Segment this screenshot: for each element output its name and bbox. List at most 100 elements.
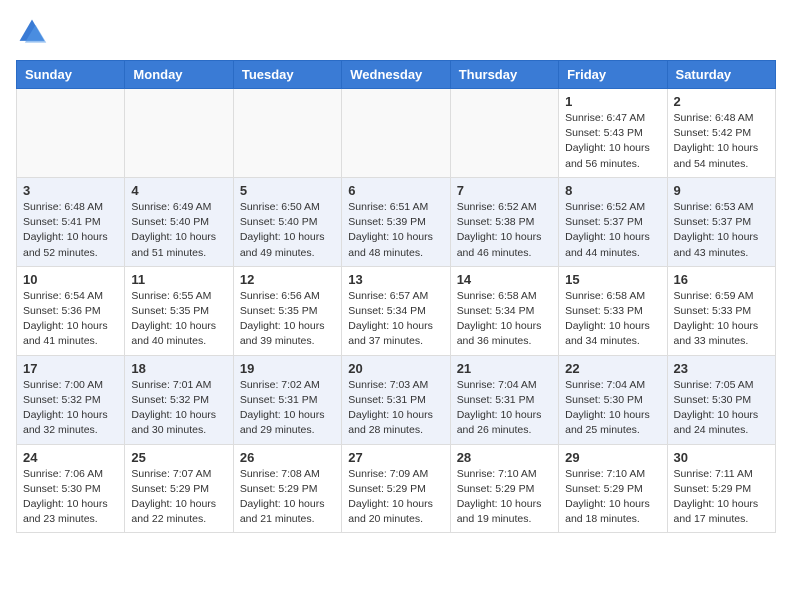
calendar-cell bbox=[125, 89, 233, 178]
calendar-cell bbox=[17, 89, 125, 178]
day-number: 17 bbox=[23, 361, 118, 376]
calendar-cell: 8Sunrise: 6:52 AM Sunset: 5:37 PM Daylig… bbox=[559, 177, 667, 266]
day-number: 12 bbox=[240, 272, 335, 287]
calendar-header-row: SundayMondayTuesdayWednesdayThursdayFrid… bbox=[17, 61, 776, 89]
day-number: 13 bbox=[348, 272, 443, 287]
day-info: Sunrise: 6:47 AM Sunset: 5:43 PM Dayligh… bbox=[565, 111, 660, 172]
calendar-cell: 5 Sunrise: 6:50 AM Sunset: 5:40 PM Daylig… bbox=[233, 177, 341, 266]
calendar-cell: 22Sunrise: 7:04 AM Sunset: 5:30 PM Dayli… bbox=[559, 355, 667, 444]
weekday-header: Tuesday bbox=[233, 61, 341, 89]
calendar-week-row: 17 Sunrise: 7:00 AM Sunset: 5:32 PM Dayli… bbox=[17, 355, 776, 444]
day-number: 14 bbox=[457, 272, 552, 287]
day-info: Sunrise: 7:00 AM Sunset: 5:32 PM Dayligh… bbox=[23, 378, 118, 439]
calendar-week-row: 10Sunrise: 6:54 AM Sunset: 5:36 PM Dayli… bbox=[17, 266, 776, 355]
day-info: Sunrise: 7:08 AM Sunset: 5:29 PM Dayligh… bbox=[240, 467, 335, 528]
calendar-cell: 1 Sunrise: 6:47 AM Sunset: 5:43 PM Daylig… bbox=[559, 89, 667, 178]
weekday-header: Saturday bbox=[667, 61, 775, 89]
day-number: 24 bbox=[23, 450, 118, 465]
calendar-cell: 7Sunrise: 6:52 AM Sunset: 5:38 PM Daylig… bbox=[450, 177, 558, 266]
weekday-header: Friday bbox=[559, 61, 667, 89]
day-number: 19 bbox=[240, 361, 335, 376]
day-number: 1 bbox=[565, 94, 660, 109]
day-number: 29 bbox=[565, 450, 660, 465]
calendar-cell: 11 Sunrise: 6:55 AM Sunset: 5:35 PM Dayli… bbox=[125, 266, 233, 355]
day-number: 8 bbox=[565, 183, 660, 198]
weekday-header: Sunday bbox=[17, 61, 125, 89]
day-info: Sunrise: 6:58 AM Sunset: 5:34 PM Dayligh… bbox=[457, 289, 552, 350]
day-info: Sunrise: 7:03 AM Sunset: 5:31 PM Dayligh… bbox=[348, 378, 443, 439]
day-number: 16 bbox=[674, 272, 769, 287]
calendar-cell: 20 Sunrise: 7:03 AM Sunset: 5:31 PM Dayli… bbox=[342, 355, 450, 444]
day-info: Sunrise: 7:01 AM Sunset: 5:32 PM Dayligh… bbox=[131, 378, 226, 439]
calendar-week-row: 1 Sunrise: 6:47 AM Sunset: 5:43 PM Daylig… bbox=[17, 89, 776, 178]
day-info: Sunrise: 6:48 AM Sunset: 5:41 PM Dayligh… bbox=[23, 200, 118, 261]
calendar-cell: 15 Sunrise: 6:58 AM Sunset: 5:33 PM Dayli… bbox=[559, 266, 667, 355]
day-number: 6 bbox=[348, 183, 443, 198]
day-info: Sunrise: 7:09 AM Sunset: 5:29 PM Dayligh… bbox=[348, 467, 443, 528]
calendar-cell: 30Sunrise: 7:11 AM Sunset: 5:29 PM Dayli… bbox=[667, 444, 775, 533]
calendar-cell: 27 Sunrise: 7:09 AM Sunset: 5:29 PM Dayli… bbox=[342, 444, 450, 533]
calendar-table: SundayMondayTuesdayWednesdayThursdayFrid… bbox=[16, 60, 776, 533]
day-info: Sunrise: 6:57 AM Sunset: 5:34 PM Dayligh… bbox=[348, 289, 443, 350]
calendar-cell: 14 Sunrise: 6:58 AM Sunset: 5:34 PM Dayli… bbox=[450, 266, 558, 355]
logo-icon bbox=[16, 16, 48, 48]
day-info: Sunrise: 7:04 AM Sunset: 5:31 PM Dayligh… bbox=[457, 378, 552, 439]
day-number: 20 bbox=[348, 361, 443, 376]
day-number: 4 bbox=[131, 183, 226, 198]
weekday-header: Thursday bbox=[450, 61, 558, 89]
weekday-header: Wednesday bbox=[342, 61, 450, 89]
calendar-cell: 29 Sunrise: 7:10 AM Sunset: 5:29 PM Dayli… bbox=[559, 444, 667, 533]
calendar-cell: 23 Sunrise: 7:05 AM Sunset: 5:30 PM Dayli… bbox=[667, 355, 775, 444]
calendar-cell bbox=[450, 89, 558, 178]
day-info: Sunrise: 6:51 AM Sunset: 5:39 PM Dayligh… bbox=[348, 200, 443, 261]
day-number: 23 bbox=[674, 361, 769, 376]
calendar-cell: 3 Sunrise: 6:48 AM Sunset: 5:41 PM Daylig… bbox=[17, 177, 125, 266]
day-info: Sunrise: 7:02 AM Sunset: 5:31 PM Dayligh… bbox=[240, 378, 335, 439]
day-number: 5 bbox=[240, 183, 335, 198]
day-info: Sunrise: 6:53 AM Sunset: 5:37 PM Dayligh… bbox=[674, 200, 769, 261]
calendar-cell: 12 Sunrise: 6:56 AM Sunset: 5:35 PM Dayli… bbox=[233, 266, 341, 355]
calendar-cell: 25Sunrise: 7:07 AM Sunset: 5:29 PM Dayli… bbox=[125, 444, 233, 533]
day-info: Sunrise: 6:49 AM Sunset: 5:40 PM Dayligh… bbox=[131, 200, 226, 261]
day-info: Sunrise: 6:59 AM Sunset: 5:33 PM Dayligh… bbox=[674, 289, 769, 350]
day-info: Sunrise: 6:56 AM Sunset: 5:35 PM Dayligh… bbox=[240, 289, 335, 350]
day-info: Sunrise: 7:05 AM Sunset: 5:30 PM Dayligh… bbox=[674, 378, 769, 439]
calendar-cell: 16 Sunrise: 6:59 AM Sunset: 5:33 PM Dayli… bbox=[667, 266, 775, 355]
day-number: 26 bbox=[240, 450, 335, 465]
day-info: Sunrise: 6:50 AM Sunset: 5:40 PM Dayligh… bbox=[240, 200, 335, 261]
calendar-cell: 24 Sunrise: 7:06 AM Sunset: 5:30 PM Dayli… bbox=[17, 444, 125, 533]
calendar-cell bbox=[233, 89, 341, 178]
calendar-cell: 19 Sunrise: 7:02 AM Sunset: 5:31 PM Dayli… bbox=[233, 355, 341, 444]
calendar-cell: 17 Sunrise: 7:00 AM Sunset: 5:32 PM Dayli… bbox=[17, 355, 125, 444]
day-number: 15 bbox=[565, 272, 660, 287]
calendar-cell: 21Sunrise: 7:04 AM Sunset: 5:31 PM Dayli… bbox=[450, 355, 558, 444]
day-info: Sunrise: 6:54 AM Sunset: 5:36 PM Dayligh… bbox=[23, 289, 118, 350]
calendar-cell: 26 Sunrise: 7:08 AM Sunset: 5:29 PM Dayli… bbox=[233, 444, 341, 533]
day-number: 18 bbox=[131, 361, 226, 376]
calendar-cell: 28Sunrise: 7:10 AM Sunset: 5:29 PM Dayli… bbox=[450, 444, 558, 533]
calendar-week-row: 24 Sunrise: 7:06 AM Sunset: 5:30 PM Dayli… bbox=[17, 444, 776, 533]
day-number: 30 bbox=[674, 450, 769, 465]
day-info: Sunrise: 7:06 AM Sunset: 5:30 PM Dayligh… bbox=[23, 467, 118, 528]
day-info: Sunrise: 6:58 AM Sunset: 5:33 PM Dayligh… bbox=[565, 289, 660, 350]
day-number: 11 bbox=[131, 272, 226, 287]
page-header bbox=[16, 16, 776, 48]
weekday-header: Monday bbox=[125, 61, 233, 89]
calendar-cell: 6 Sunrise: 6:51 AM Sunset: 5:39 PM Daylig… bbox=[342, 177, 450, 266]
calendar-cell: 10Sunrise: 6:54 AM Sunset: 5:36 PM Dayli… bbox=[17, 266, 125, 355]
day-number: 22 bbox=[565, 361, 660, 376]
day-info: Sunrise: 6:48 AM Sunset: 5:42 PM Dayligh… bbox=[674, 111, 769, 172]
day-info: Sunrise: 7:10 AM Sunset: 5:29 PM Dayligh… bbox=[457, 467, 552, 528]
day-info: Sunrise: 6:55 AM Sunset: 5:35 PM Dayligh… bbox=[131, 289, 226, 350]
day-number: 27 bbox=[348, 450, 443, 465]
day-number: 3 bbox=[23, 183, 118, 198]
day-number: 7 bbox=[457, 183, 552, 198]
day-number: 2 bbox=[674, 94, 769, 109]
day-info: Sunrise: 7:07 AM Sunset: 5:29 PM Dayligh… bbox=[131, 467, 226, 528]
calendar-cell: 2 Sunrise: 6:48 AM Sunset: 5:42 PM Daylig… bbox=[667, 89, 775, 178]
calendar-cell: 13 Sunrise: 6:57 AM Sunset: 5:34 PM Dayli… bbox=[342, 266, 450, 355]
logo bbox=[16, 16, 52, 48]
day-info: Sunrise: 7:10 AM Sunset: 5:29 PM Dayligh… bbox=[565, 467, 660, 528]
calendar-cell: 4 Sunrise: 6:49 AM Sunset: 5:40 PM Daylig… bbox=[125, 177, 233, 266]
calendar-cell bbox=[342, 89, 450, 178]
